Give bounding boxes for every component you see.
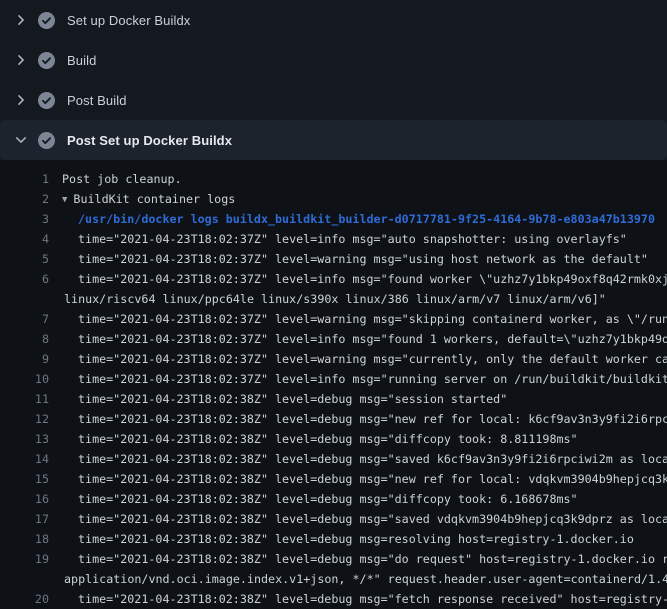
check-circle-icon bbox=[38, 12, 55, 29]
line-number[interactable]: 15 bbox=[0, 469, 49, 489]
line-text: time="2021-04-23T18:02:38Z" level=debug … bbox=[78, 529, 634, 549]
chevron-down-icon bbox=[13, 132, 29, 148]
line-number[interactable]: 1 bbox=[0, 169, 49, 189]
log-line: 16 time="2021-04-23T18:02:38Z" level=deb… bbox=[0, 489, 667, 509]
log-line: 4 time="2021-04-23T18:02:37Z" level=info… bbox=[0, 229, 667, 249]
line-number[interactable]: 14 bbox=[0, 449, 49, 469]
log-line: 18 time="2021-04-23T18:02:38Z" level=deb… bbox=[0, 529, 667, 549]
line-number[interactable]: 2 bbox=[0, 189, 49, 209]
line-number[interactable]: 7 bbox=[0, 309, 49, 329]
line-number[interactable]: 6 bbox=[0, 269, 49, 289]
log-line: application/vnd.oci.image.index.v1+json,… bbox=[0, 569, 667, 589]
step-row[interactable]: Post Build bbox=[0, 80, 667, 120]
line-text: linux/riscv64 linux/ppc64le linux/s390x … bbox=[64, 289, 606, 309]
check-circle-icon bbox=[38, 132, 55, 149]
step-row[interactable]: Post Set up Docker Buildx bbox=[0, 120, 667, 160]
line-text: ▼ BuildKit container logs bbox=[62, 189, 235, 209]
log-line: 7 time="2021-04-23T18:02:37Z" level=warn… bbox=[0, 309, 667, 329]
log-line: 3 /usr/bin/docker logs buildx_buildkit_b… bbox=[0, 209, 667, 229]
log-line: 14 time="2021-04-23T18:02:38Z" level=deb… bbox=[0, 449, 667, 469]
line-number[interactable]: 12 bbox=[0, 409, 49, 429]
line-text: /usr/bin/docker logs buildx_buildkit_bui… bbox=[78, 209, 655, 229]
line-text: time="2021-04-23T18:02:37Z" level=info m… bbox=[78, 329, 667, 349]
workflow-log-viewer: Set up Docker Buildx Build P bbox=[0, 0, 667, 609]
group-toggle-arrow-icon[interactable]: ▼ bbox=[62, 190, 67, 210]
log-line: 2 ▼ BuildKit container logs bbox=[0, 189, 667, 209]
log-line: 19 time="2021-04-23T18:02:38Z" level=deb… bbox=[0, 549, 667, 569]
line-text: time="2021-04-23T18:02:38Z" level=debug … bbox=[78, 469, 667, 489]
log-line: 20 time="2021-04-23T18:02:38Z" level=deb… bbox=[0, 589, 667, 609]
line-number[interactable]: 18 bbox=[0, 529, 49, 549]
line-text: time="2021-04-23T18:02:37Z" level=info m… bbox=[78, 369, 667, 389]
step-label: Build bbox=[67, 53, 96, 68]
log-line: 6 time="2021-04-23T18:02:37Z" level=info… bbox=[0, 269, 667, 289]
line-number[interactable]: 5 bbox=[0, 249, 49, 269]
log-line: 10 time="2021-04-23T18:02:37Z" level=inf… bbox=[0, 369, 667, 389]
check-circle-icon bbox=[38, 52, 55, 69]
line-text: Post job cleanup. bbox=[62, 169, 182, 189]
line-text: time="2021-04-23T18:02:38Z" level=debug … bbox=[78, 489, 578, 509]
line-number[interactable]: 17 bbox=[0, 509, 49, 529]
step-row[interactable]: Set up Docker Buildx bbox=[0, 0, 667, 40]
log-line: 17 time="2021-04-23T18:02:38Z" level=deb… bbox=[0, 509, 667, 529]
line-text: time="2021-04-23T18:02:38Z" level=debug … bbox=[78, 589, 667, 609]
line-text: time="2021-04-23T18:02:37Z" level=info m… bbox=[78, 269, 667, 289]
line-number[interactable]: 8 bbox=[0, 329, 49, 349]
line-number[interactable] bbox=[0, 569, 49, 589]
line-number[interactable]: 10 bbox=[0, 369, 49, 389]
line-text: time="2021-04-23T18:02:38Z" level=debug … bbox=[78, 389, 507, 409]
log-line: 15 time="2021-04-23T18:02:38Z" level=deb… bbox=[0, 469, 667, 489]
line-text: time="2021-04-23T18:02:38Z" level=debug … bbox=[78, 449, 667, 469]
log-line: 12 time="2021-04-23T18:02:38Z" level=deb… bbox=[0, 409, 667, 429]
group-label: BuildKit container logs bbox=[73, 192, 235, 206]
log-line: 1 Post job cleanup. bbox=[0, 169, 667, 189]
check-circle-icon bbox=[38, 92, 55, 109]
line-number[interactable]: 19 bbox=[0, 549, 49, 569]
chevron-right-icon bbox=[13, 92, 29, 108]
chevron-right-icon bbox=[13, 52, 29, 68]
log-area: 1 Post job cleanup. 2 ▼ BuildKit containe… bbox=[0, 160, 667, 609]
line-number[interactable]: 16 bbox=[0, 489, 49, 509]
steps-list: Set up Docker Buildx Build P bbox=[0, 0, 667, 160]
log-line: 8 time="2021-04-23T18:02:37Z" level=info… bbox=[0, 329, 667, 349]
log-line: linux/riscv64 linux/ppc64le linux/s390x … bbox=[0, 289, 667, 309]
line-text: time="2021-04-23T18:02:38Z" level=debug … bbox=[78, 509, 667, 529]
line-number[interactable]: 4 bbox=[0, 229, 49, 249]
line-text: time="2021-04-23T18:02:38Z" level=debug … bbox=[78, 429, 578, 449]
line-number[interactable]: 20 bbox=[0, 589, 49, 609]
step-label: Set up Docker Buildx bbox=[67, 13, 190, 28]
step-label: Post Build bbox=[67, 93, 127, 108]
line-number[interactable]: 3 bbox=[0, 209, 49, 229]
line-number[interactable]: 11 bbox=[0, 389, 49, 409]
chevron-right-icon bbox=[13, 12, 29, 28]
line-text: application/vnd.oci.image.index.v1+json,… bbox=[64, 569, 667, 589]
log-line: 13 time="2021-04-23T18:02:38Z" level=deb… bbox=[0, 429, 667, 449]
line-text: time="2021-04-23T18:02:37Z" level=warnin… bbox=[78, 349, 667, 369]
log-line: 11 time="2021-04-23T18:02:38Z" level=deb… bbox=[0, 389, 667, 409]
step-label: Post Set up Docker Buildx bbox=[67, 133, 232, 148]
line-text: time="2021-04-23T18:02:37Z" level=info m… bbox=[78, 229, 627, 249]
log-line: 9 time="2021-04-23T18:02:37Z" level=warn… bbox=[0, 349, 667, 369]
line-number[interactable]: 13 bbox=[0, 429, 49, 449]
line-text: time="2021-04-23T18:02:38Z" level=debug … bbox=[78, 549, 667, 569]
line-text: time="2021-04-23T18:02:38Z" level=debug … bbox=[78, 409, 667, 429]
line-text: time="2021-04-23T18:02:37Z" level=warnin… bbox=[78, 249, 648, 269]
step-row[interactable]: Build bbox=[0, 40, 667, 80]
line-text: time="2021-04-23T18:02:37Z" level=warnin… bbox=[78, 309, 667, 329]
log-line: 5 time="2021-04-23T18:02:37Z" level=warn… bbox=[0, 249, 667, 269]
line-number[interactable]: 9 bbox=[0, 349, 49, 369]
line-number[interactable] bbox=[0, 289, 49, 309]
